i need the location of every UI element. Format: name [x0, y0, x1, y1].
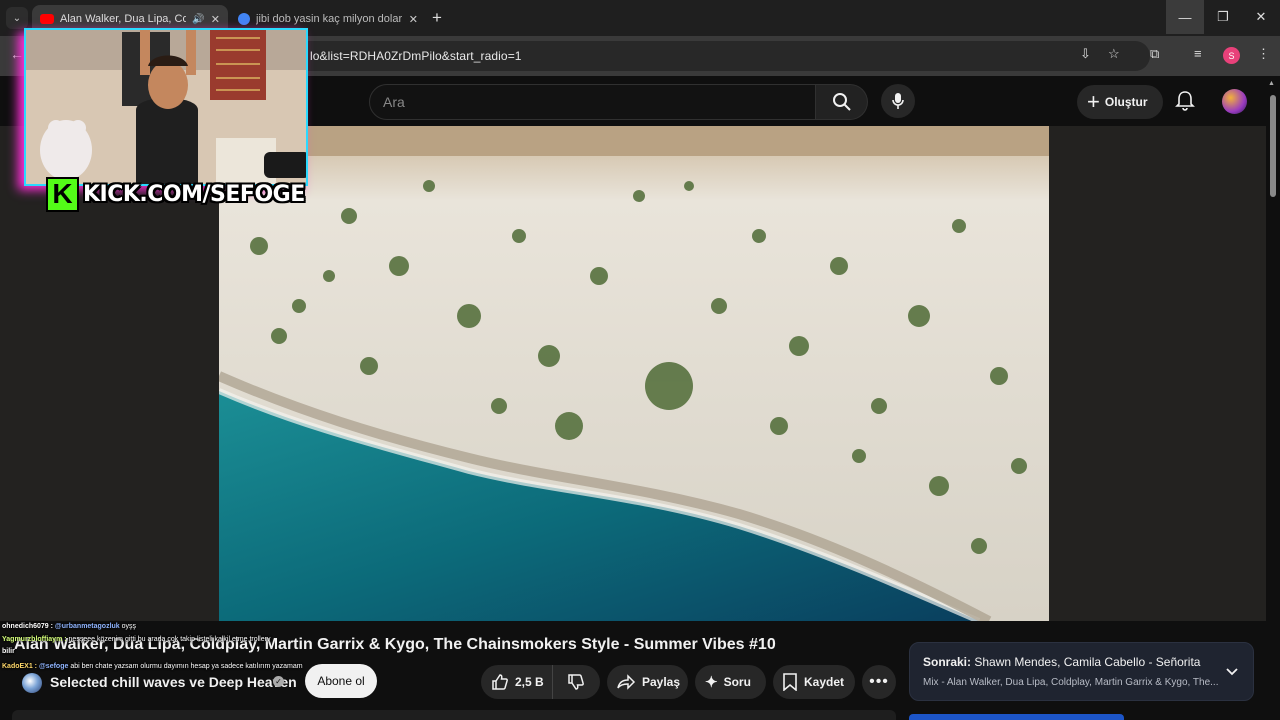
- chat-user: ohnedich6079 :: [2, 623, 53, 630]
- youtube-favicon-icon: [40, 14, 54, 24]
- save-button[interactable]: Kaydet: [773, 665, 855, 699]
- install-app-icon[interactable]: ⇩: [1080, 46, 1091, 62]
- new-tab-icon[interactable]: +: [432, 8, 442, 28]
- share-label: Paylaş: [642, 675, 681, 689]
- tab-search-button[interactable]: ⌄: [6, 7, 28, 29]
- close-tab-icon[interactable]: ✕: [409, 13, 418, 26]
- bookmark-star-icon[interactable]: ☆: [1108, 46, 1120, 62]
- up-next-title: Shawn Mendes, Camila Cabello - Señorita: [974, 655, 1201, 669]
- chat-mention: @sefoge: [38, 663, 69, 670]
- channel-name[interactable]: Selected chill waves ve Deep Heaven: [50, 674, 297, 690]
- chat-message: ohnedich6079 : @urbanmetagozluk oyşş: [2, 623, 136, 630]
- video-player[interactable]: [219, 126, 1049, 621]
- search-button[interactable]: [816, 84, 868, 120]
- restore-button[interactable]: ❐: [1204, 0, 1242, 34]
- chat-mention: @urbanmetagozluk: [54, 623, 120, 630]
- tab-title: Alan Walker, Dua Lipa, Cold: [60, 13, 187, 25]
- chat-user: Yagmurzbloffiaym :: [2, 636, 67, 643]
- thumbs-down-icon: [568, 674, 584, 690]
- streamer-webcam: [24, 28, 308, 186]
- more-actions-button[interactable]: •••: [862, 665, 896, 699]
- url-text[interactable]: lo&list=RDHA0ZrDmPilo&start_radio=1: [310, 49, 522, 63]
- search-icon: [832, 93, 851, 111]
- scroll-up-arrow-icon[interactable]: ▲: [1268, 80, 1275, 87]
- webcam-feed-image: [26, 30, 306, 184]
- ask-label: Soru: [723, 675, 751, 689]
- ask-button[interactable]: ✦ Soru: [695, 665, 766, 699]
- speaker-icon[interactable]: 🔊: [192, 14, 204, 25]
- tab-title: jibi dob yasin kaç milyon dolar: [256, 13, 403, 25]
- voice-search-button[interactable]: [881, 84, 915, 118]
- up-next-playlist: Mix - Alan Walker, Dua Lipa, Coldplay, M…: [923, 677, 1219, 688]
- like-count: 2,5 B: [515, 675, 544, 689]
- notifications-bell-icon[interactable]: [1175, 90, 1195, 112]
- sparkle-icon: ✦: [705, 674, 718, 691]
- create-label: Oluştur: [1104, 95, 1148, 109]
- chat-message: Yagmurzbloffiaym : neşşeee közenim gitti…: [2, 636, 270, 643]
- chat-user: KadoEX1 :: [2, 663, 38, 670]
- chat-user: bilir: [2, 648, 15, 655]
- media-control-icon[interactable]: ≡: [1194, 46, 1202, 61]
- microphone-icon: [892, 93, 904, 109]
- verified-badge-icon: ✓: [273, 676, 284, 687]
- chat-message: KadoEX1 : @sefoge abi ben chate yazsam o…: [2, 663, 303, 670]
- up-next-card[interactable]: [909, 642, 1254, 701]
- subscribe-button[interactable]: Abone ol: [305, 664, 377, 698]
- up-next-prefix: Sonraki:: [923, 655, 972, 669]
- scrollbar-thumb[interactable]: [1270, 95, 1276, 197]
- chat-text: abi ben chate yazsam olurmu dayımın hesa…: [70, 663, 303, 670]
- share-button[interactable]: Paylaş: [607, 665, 688, 699]
- close-tab-icon[interactable]: ✕: [211, 13, 220, 26]
- extensions-icon[interactable]: ⧉: [1150, 46, 1159, 62]
- dislike-button[interactable]: [553, 665, 599, 699]
- thumbs-up-icon: [492, 674, 508, 690]
- kick-logo-icon: K: [46, 176, 79, 212]
- like-button[interactable]: 2,5 B: [481, 665, 553, 699]
- close-window-button[interactable]: ✕: [1242, 0, 1280, 34]
- search-placeholder: Ara: [383, 94, 405, 110]
- browser-menu-icon[interactable]: ⋮: [1257, 46, 1270, 62]
- minimize-button[interactable]: —: [1166, 0, 1204, 34]
- plus-icon: +: [1087, 89, 1100, 114]
- chat-text: oyşş: [121, 623, 137, 630]
- chat-message: bilir: [2, 648, 15, 655]
- video-frame-coastal-cliff: [219, 126, 1049, 621]
- save-label: Kaydet: [804, 675, 845, 689]
- kick-channel-banner: K KICK.COM/SEFOGE: [46, 176, 305, 212]
- account-avatar[interactable]: [1222, 89, 1247, 114]
- chevron-down-icon[interactable]: [1224, 664, 1240, 680]
- up-next-label[interactable]: Sonraki: Shawn Mendes, Camila Cabello - …: [923, 655, 1200, 669]
- next-chip-edge: [909, 714, 1124, 720]
- profile-avatar[interactable]: S: [1223, 47, 1240, 64]
- channel-avatar[interactable]: [22, 673, 42, 693]
- screen: { "browser": { "tabs": [ {"title": "Alan…: [0, 0, 1280, 720]
- search-input[interactable]: [369, 84, 816, 120]
- description-box-edge: [12, 710, 896, 720]
- back-arrow-icon[interactable]: ←: [10, 46, 24, 62]
- google-favicon-icon: [238, 13, 250, 25]
- kick-url-text: KICK.COM/SEFOGE: [83, 181, 305, 207]
- bookmark-icon: [783, 673, 797, 691]
- create-button[interactable]: + Oluştur: [1077, 85, 1163, 119]
- chat-text: neşşeee közenim gitti bu arada çok takip…: [68, 636, 271, 643]
- like-dislike-group: 2,5 B: [481, 665, 600, 699]
- share-arrow-icon: [617, 674, 636, 690]
